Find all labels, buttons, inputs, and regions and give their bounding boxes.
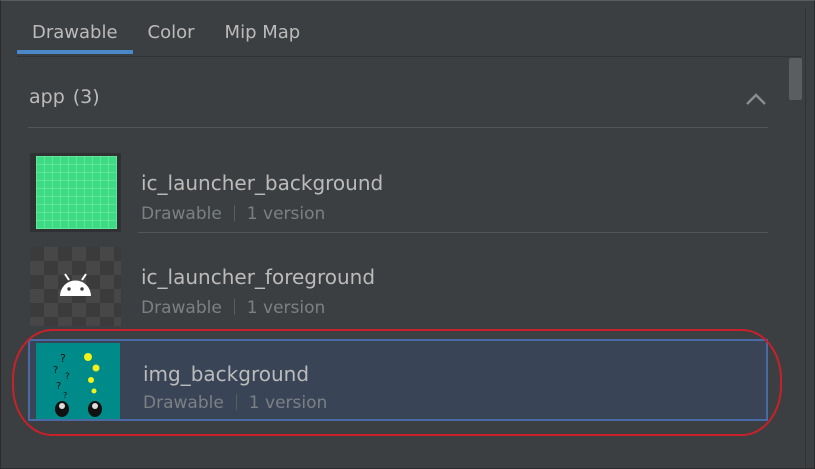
svg-text:?: ? <box>65 372 70 382</box>
section-header-app[interactable]: app (3) <box>29 86 100 108</box>
resource-meta: Drawable 1 version <box>141 204 325 224</box>
scrollbar-thumb[interactable] <box>789 58 802 100</box>
tab-drawable[interactable]: Drawable <box>17 16 133 54</box>
resource-version-count: 1 version <box>246 204 326 224</box>
resource-type: Drawable <box>141 298 222 318</box>
vertical-scrollbar[interactable] <box>788 57 802 467</box>
android-robot-icon <box>60 273 91 296</box>
resource-thumbnail <box>30 247 121 326</box>
resource-type-tabs: Drawable Color Mip Map <box>17 16 315 58</box>
resource-meta: Drawable 1 version <box>141 298 325 318</box>
green-grid-image <box>36 156 117 229</box>
svg-text:?: ? <box>60 352 66 365</box>
section-count: (3) <box>72 86 100 108</box>
resource-version-count: 1 version <box>248 393 328 413</box>
resource-item-ic-launcher-background[interactable]: ic_launcher_background Drawable 1 version <box>28 153 768 245</box>
meta-separator <box>235 394 237 410</box>
resource-name: img_background <box>143 362 310 386</box>
teal-illustration-image: ? ? ? ? ? <box>36 343 120 419</box>
tab-color[interactable]: Color <box>133 16 210 50</box>
svg-text:?: ? <box>56 381 61 392</box>
tab-mip-map[interactable]: Mip Map <box>210 16 316 50</box>
resource-meta: Drawable 1 version <box>143 393 327 413</box>
resource-name: ic_launcher_background <box>141 171 384 195</box>
resource-type: Drawable <box>141 204 222 224</box>
chevron-up-icon[interactable] <box>744 90 768 108</box>
row-divider <box>138 232 768 233</box>
resource-version-count: 1 version <box>246 298 326 318</box>
tabs-divider <box>17 56 801 57</box>
resource-item-img-background[interactable]: ? ? ? ? ? img_background Drawable 1 versi… <box>28 339 768 421</box>
svg-text:?: ? <box>53 365 58 376</box>
section-divider <box>28 127 768 128</box>
panel-edge <box>805 8 806 467</box>
section-name: app <box>29 86 65 108</box>
meta-separator <box>233 299 235 315</box>
resource-thumbnail: ? ? ? ? ? <box>36 343 120 419</box>
resource-item-ic-launcher-foreground[interactable]: ic_launcher_foreground Drawable 1 version <box>28 247 768 339</box>
resource-type: Drawable <box>143 393 224 413</box>
meta-separator <box>233 205 235 221</box>
resource-thumbnail <box>30 153 121 232</box>
resource-name: ic_launcher_foreground <box>141 265 376 289</box>
svg-text:?: ? <box>63 391 67 400</box>
